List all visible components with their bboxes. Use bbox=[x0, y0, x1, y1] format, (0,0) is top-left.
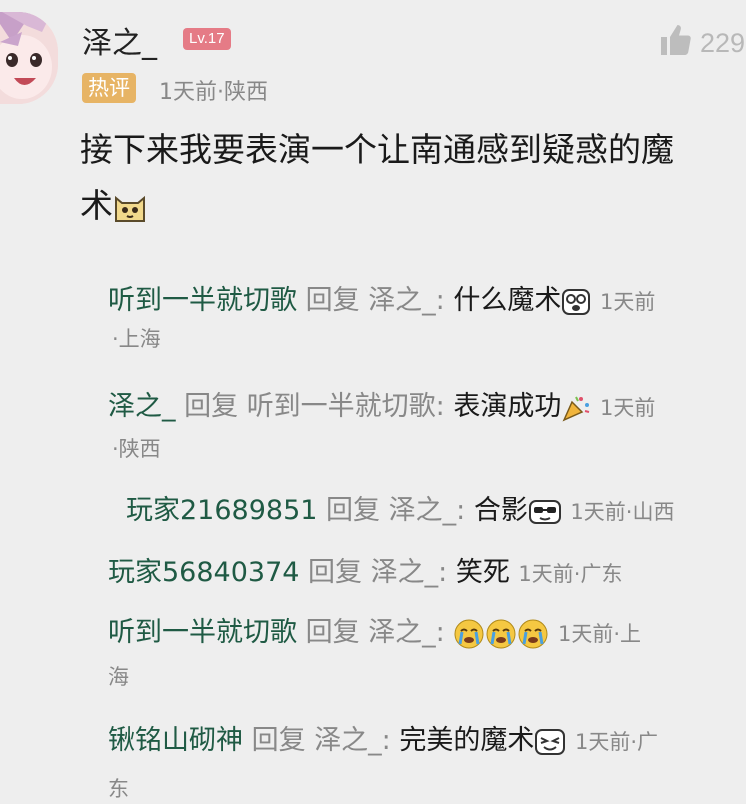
reply-text: 表演成功 bbox=[453, 391, 562, 422]
sunglasses-emoji-icon bbox=[528, 499, 562, 525]
like-button[interactable]: 229 bbox=[658, 22, 745, 65]
reply-target[interactable]: 听到一半就切歌: bbox=[247, 391, 445, 422]
reply-time: 1天前·山西 bbox=[570, 500, 675, 524]
comment-text-line-2: 术 bbox=[80, 186, 113, 225]
party-popper-emoji-icon bbox=[561, 393, 591, 423]
reply-item[interactable]: 玩家21689851 回复 泽之_: 合影 1天前·山西 bbox=[126, 486, 674, 537]
reply-time: 1天前 bbox=[599, 290, 656, 314]
shocked-emoji-icon bbox=[561, 288, 591, 316]
reply-time-cont: 海 bbox=[108, 665, 129, 689]
reply-word: 回复 bbox=[251, 725, 306, 756]
reply-target[interactable]: 泽之_: bbox=[368, 617, 445, 648]
crying-emoji-icon bbox=[517, 618, 549, 650]
level-badge: Lv.17 bbox=[183, 28, 231, 50]
crying-emoji-icon bbox=[485, 618, 517, 650]
reply-item[interactable]: 锹铭山砌神 回复 泽之_: 完美的魔术 1天前·广 东 bbox=[108, 716, 659, 801]
laughing-emoji-icon bbox=[534, 728, 566, 756]
avatar[interactable] bbox=[0, 12, 58, 104]
reply-word: 回复 bbox=[305, 617, 360, 648]
reply-username[interactable]: 玩家56840374 bbox=[108, 557, 299, 588]
reply-time: 1天前·广 bbox=[574, 730, 659, 754]
reply-time: 1天前·广东 bbox=[518, 562, 623, 586]
reply-time: 1天前 bbox=[599, 396, 656, 420]
reply-text: 合影 bbox=[473, 495, 528, 526]
thumbs-up-icon bbox=[658, 22, 694, 65]
reply-text: 什么魔术 bbox=[453, 285, 562, 316]
comment-content: 接下来我要表演一个让南通感到疑惑的魔 术 bbox=[80, 122, 746, 234]
reply-item[interactable]: 玩家56840374 回复 泽之_: 笑死 1天前·广东 bbox=[108, 548, 622, 599]
reply-target[interactable]: 泽之_: bbox=[368, 285, 445, 316]
reply-word: 回复 bbox=[305, 285, 360, 316]
hot-comment-badge: 热评 bbox=[82, 73, 136, 103]
reply-text: 完美的魔术 bbox=[399, 725, 535, 756]
crying-emoji-icon bbox=[453, 618, 485, 650]
reply-item[interactable]: 听到一半就切歌 回复 泽之_: 1天前·上 海 bbox=[108, 608, 642, 689]
reply-item[interactable]: 听到一半就切歌 回复 泽之_: 什么魔术 1天前 ·上海 bbox=[108, 276, 656, 351]
reply-word: 回复 bbox=[326, 495, 381, 526]
comment-text-line-1: 接下来我要表演一个让南通感到疑惑的魔 bbox=[80, 130, 674, 169]
reply-target[interactable]: 泽之_: bbox=[314, 725, 391, 756]
reply-username[interactable]: 玩家21689851 bbox=[126, 495, 317, 526]
reply-username[interactable]: 锹铭山砌神 bbox=[108, 725, 243, 756]
reply-target[interactable]: 泽之_: bbox=[371, 557, 448, 588]
comment-username[interactable]: 泽之_ bbox=[82, 18, 157, 62]
reply-text: 笑死 bbox=[455, 557, 510, 588]
reply-item[interactable]: 泽之_ 回复 听到一半就切歌: 表演成功 1天前 ·陕西 bbox=[108, 382, 656, 461]
reply-target[interactable]: 泽之_: bbox=[389, 495, 466, 526]
reply-time-cont: ·陕西 bbox=[112, 437, 161, 461]
reply-username[interactable]: 泽之_ bbox=[108, 391, 176, 422]
cat-emoji-icon bbox=[113, 193, 147, 223]
reply-time-cont: ·上海 bbox=[112, 327, 161, 351]
reply-word: 回复 bbox=[184, 391, 239, 422]
like-count: 229 bbox=[700, 28, 746, 58]
comment-meta: 1天前·陕西 bbox=[159, 80, 268, 105]
reply-username[interactable]: 听到一半就切歌 bbox=[108, 617, 297, 648]
reply-time: 1天前·上 bbox=[557, 622, 642, 646]
reply-username[interactable]: 听到一半就切歌 bbox=[108, 285, 297, 316]
reply-word: 回复 bbox=[308, 557, 363, 588]
